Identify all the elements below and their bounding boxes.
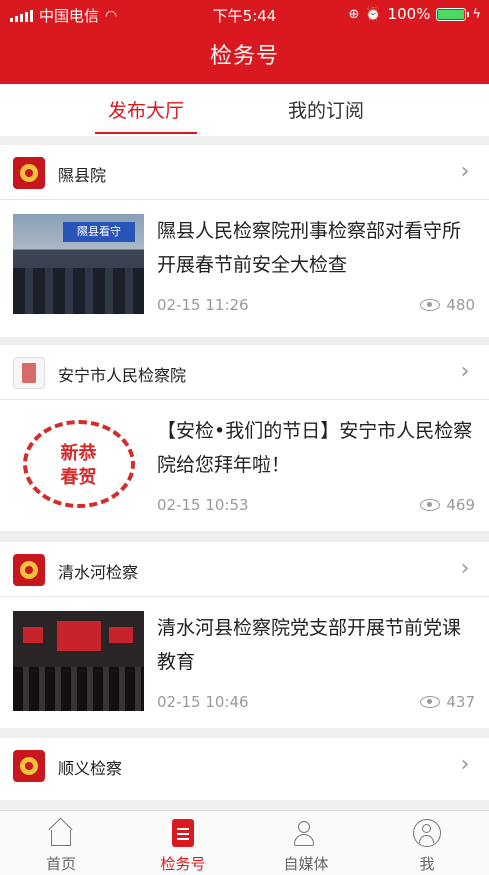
battery-level <box>438 9 465 19</box>
home-icon <box>47 819 75 847</box>
tabbar-me[interactable]: 我 <box>382 819 472 874</box>
chevron-right-icon: › <box>460 159 470 184</box>
procuratorate-emblem-icon <box>13 750 45 782</box>
feed-card: 清水河检察 › 清水河县检察院党支部开展节前党课教育 02-15 10:46 4… <box>0 542 489 728</box>
article-views: 480 <box>420 296 475 314</box>
tabbar-home[interactable]: 首页 <box>16 819 106 874</box>
tabbar-label: 检务号 <box>160 855 206 873</box>
tab-my-subscriptions[interactable]: 我的订阅 <box>256 96 396 123</box>
article-views: 469 <box>420 496 475 514</box>
active-tab-indicator <box>95 132 197 134</box>
article-item[interactable]: 隰县看守 隰县人民检察院刑事检察部对看守所开展春节前安全大检查 02-15 11… <box>0 200 489 337</box>
tabbar-self-media[interactable]: 自媒体 <box>261 819 351 874</box>
source-name: 安宁市人民检察院 <box>58 366 187 385</box>
tabbar-label: 自媒体 <box>283 855 329 873</box>
feed-card: 顺义检察 › <box>0 738 489 800</box>
source-row[interactable]: 顺义检察 › <box>0 738 489 793</box>
view-count: 437 <box>446 693 475 711</box>
eye-icon <box>420 696 441 708</box>
procuratorate-emblem-icon <box>13 554 45 586</box>
source-row[interactable]: 清水河检察 › <box>0 542 489 597</box>
article-time: 02-15 10:53 <box>157 496 249 514</box>
chevron-right-icon: › <box>460 556 470 581</box>
view-count: 469 <box>446 496 475 514</box>
feed-card: 隰县院 › 隰县看守 隰县人民检察院刑事检察部对看守所开展春节前安全大检查 02… <box>0 145 489 337</box>
article-time: 02-15 11:26 <box>157 296 249 314</box>
thumbnail-papercut-text: 新恭 春贺 <box>60 443 97 488</box>
article-thumbnail: 隰县看守 <box>13 214 144 314</box>
rotation-lock-icon: ⊕ <box>348 6 360 22</box>
source-name: 顺义检察 <box>58 759 123 778</box>
chevron-right-icon: › <box>460 359 470 384</box>
tabbar-label: 我 <box>419 855 435 873</box>
eye-icon <box>420 299 441 311</box>
charging-icon: ϟ <box>472 6 481 22</box>
source-row[interactable]: 安宁市人民检察院 › <box>0 345 489 400</box>
source-name: 清水河检察 <box>58 563 139 582</box>
article-headline: 【安检•我们的节日】安宁市人民检察院给您拜年啦！ <box>157 420 473 476</box>
article-item[interactable]: 新恭 春贺 【安检•我们的节日】安宁市人民检察院给您拜年啦！ 02-15 10:… <box>0 400 489 537</box>
article-thumbnail <box>13 611 144 711</box>
status-bar: 中国电信 ◠ 下午5:44 ⊕ ⏰ 100% ϟ <box>0 0 489 28</box>
source-row[interactable]: 隰县院 › <box>0 145 489 200</box>
source-name: 隰县院 <box>58 166 107 185</box>
tab-publish-hall[interactable]: 发布大厅 <box>76 96 216 123</box>
eye-icon <box>420 499 441 511</box>
segment-tabs: 发布大厅 我的订阅 <box>0 84 489 136</box>
article-views: 437 <box>420 693 475 711</box>
page-title: 检务号 <box>209 44 279 69</box>
procuratorate-logo-icon <box>13 357 45 389</box>
article-time: 02-15 10:46 <box>157 693 249 711</box>
article-thumbnail: 新恭 春贺 <box>13 414 144 514</box>
profile-icon <box>413 819 441 847</box>
alarm-icon: ⏰ <box>365 6 382 22</box>
media-icon <box>292 819 320 847</box>
article-item[interactable]: 清水河县检察院党支部开展节前党课教育 02-15 10:46 437 <box>0 597 489 734</box>
battery-percent: 100% <box>387 5 431 23</box>
bottom-tab-bar: 首页 检务号 自媒体 我 <box>0 810 489 875</box>
battery-icon <box>436 7 470 21</box>
article-headline: 隰县人民检察院刑事检察部对看守所开展春节前安全大检查 <box>157 220 462 276</box>
article-headline: 清水河县检察院党支部开展节前党课教育 <box>157 617 462 673</box>
header-bar: 中国电信 ◠ 下午5:44 ⊕ ⏰ 100% ϟ 检务号 <box>0 0 489 84</box>
thumbnail-sign-text: 隰县看守 <box>63 222 135 242</box>
tabbar-jianwuhao[interactable]: 检务号 <box>138 819 228 874</box>
view-count: 480 <box>446 296 475 314</box>
document-icon <box>172 819 194 847</box>
chevron-right-icon: › <box>460 752 470 777</box>
feed-card: 安宁市人民检察院 › 新恭 春贺 【安检•我们的节日】安宁市人民检察院给您拜年啦… <box>0 345 489 531</box>
procuratorate-emblem-icon <box>13 157 45 189</box>
tabbar-label: 首页 <box>45 855 76 873</box>
